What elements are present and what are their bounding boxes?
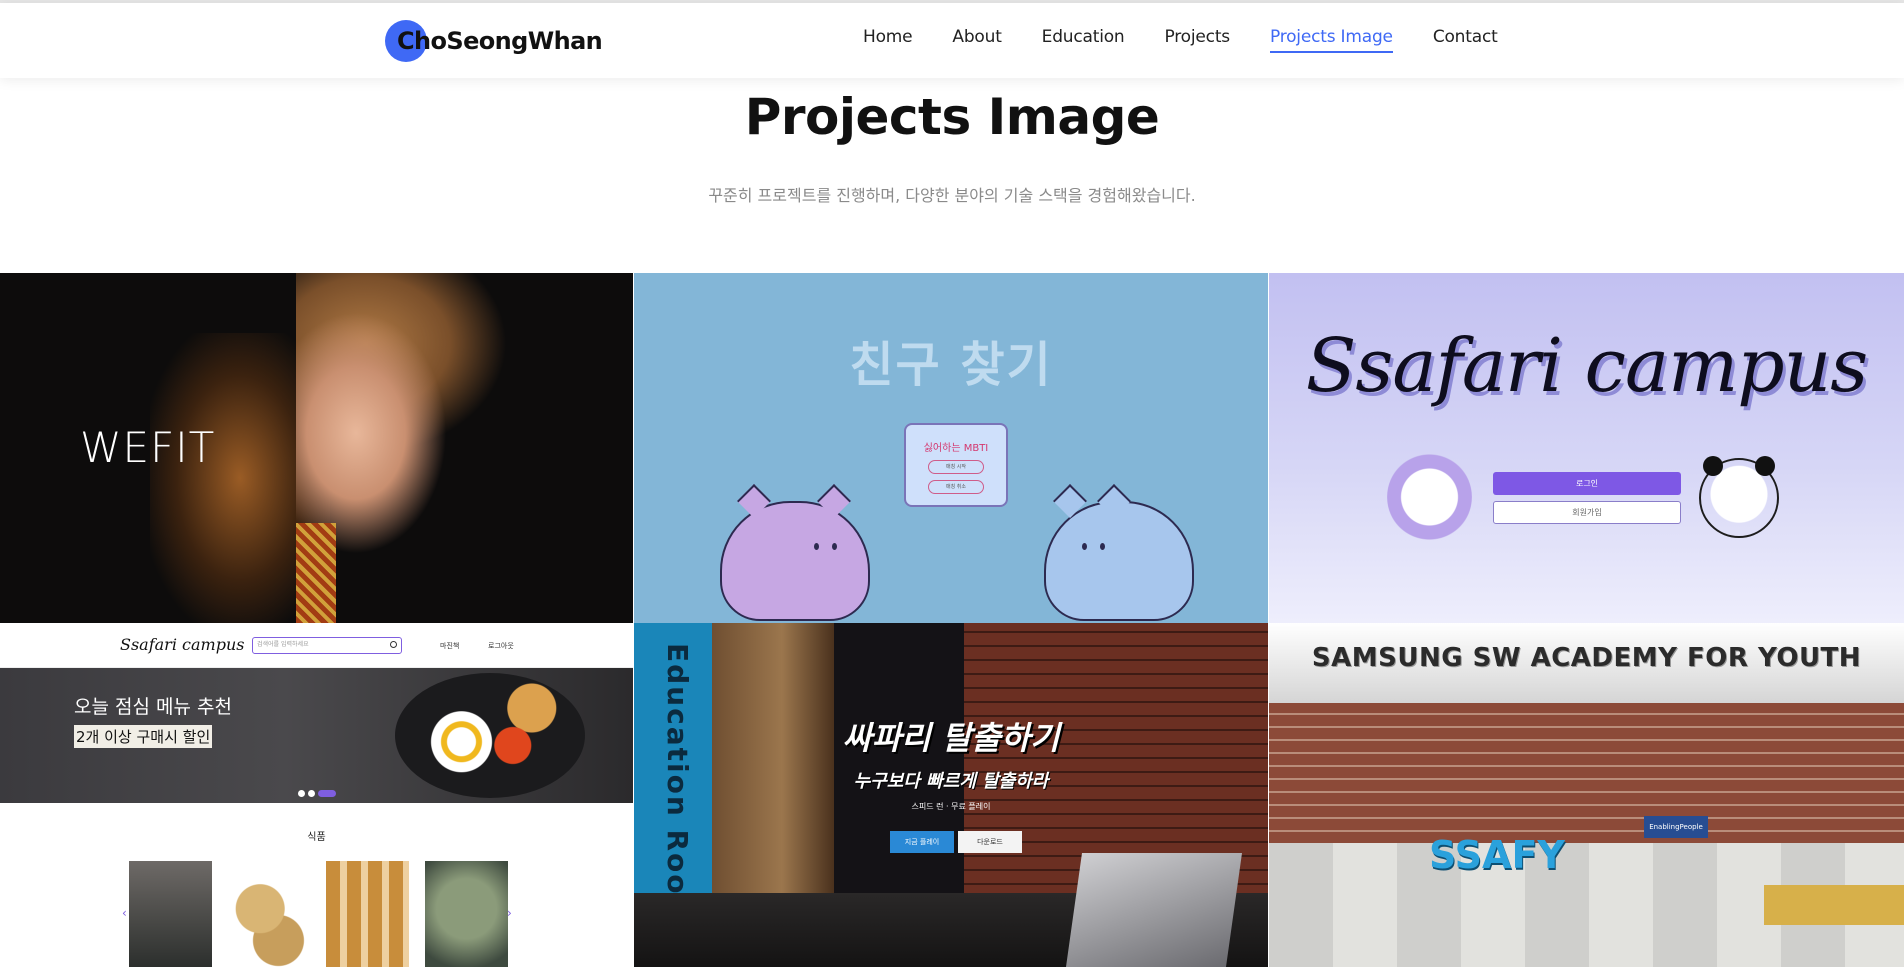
food-plate-image <box>395 673 585 798</box>
carousel-dot <box>308 790 315 797</box>
mbti-start-button: 매칭 시작 <box>928 460 984 474</box>
project-tile-friend-finder[interactable]: 친구 찾기 싫어하는 MBTI 매칭 시작 매칭 취소 <box>634 273 1268 623</box>
cat-eye <box>814 543 819 550</box>
signup-button: 회원가입 <box>1493 501 1681 524</box>
chevron-right-icon: › <box>507 906 512 920</box>
cat-ear <box>1097 484 1131 518</box>
mbti-cancel-button: 매칭 취소 <box>928 480 984 494</box>
cardboard-box <box>1065 853 1243 967</box>
escape-caption: 스피드 런 · 무료 플레이 <box>911 802 991 811</box>
nav-home[interactable]: Home <box>863 27 913 53</box>
panda-mascot <box>1699 456 1779 538</box>
lounge-sofa <box>1764 885 1904 925</box>
shop-link-logout: 로그아웃 <box>488 642 514 650</box>
project-tile-ssafy-campus[interactable]: SAMSUNG SW ACADEMY FOR YOUTH SSAFY Enabl… <box>1269 623 1904 967</box>
navbar: ChoSeongWhan Home About Education Projec… <box>0 3 1904 78</box>
mbti-card-title: 싫어하는 MBTI <box>923 443 989 454</box>
site-logo[interactable]: ChoSeongWhan <box>385 20 603 62</box>
ssafy-3d-sign: SSAFY <box>1429 833 1565 877</box>
carousel-dot <box>298 790 305 797</box>
cat-eye <box>1082 543 1087 550</box>
friend-title: 친구 찾기 <box>849 337 1053 393</box>
product-image <box>129 861 212 967</box>
project-tile-escape-game[interactable]: Education Room 싸파리 탈출하기 누구보다 빠르게 탈출하라 스피… <box>634 623 1268 967</box>
section-title: Projects Image <box>744 88 1160 146</box>
nav-about[interactable]: About <box>952 27 1001 53</box>
shop-category-title: 식품 <box>307 832 326 843</box>
shop-link-cart: 마진책 <box>440 642 460 650</box>
enabling-people-sign: EnablingPeople <box>1644 816 1708 838</box>
cat-eye <box>832 543 837 550</box>
cat-ear <box>817 484 851 518</box>
logo-text: ChoSeongWhan <box>397 27 603 55</box>
escape-subtitle: 누구보다 빠르게 탈출하라 <box>853 771 1049 792</box>
wefit-portrait <box>296 273 633 623</box>
shop-banner: 오늘 점심 메뉴 추천 2개 이상 구매시 할인 <box>0 668 633 803</box>
cat-ear <box>737 484 771 518</box>
banner-line-1: 오늘 점심 메뉴 추천 <box>74 696 232 718</box>
nav-projects-image[interactable]: Projects Image <box>1269 27 1393 53</box>
mbti-card: 싫어하는 MBTI 매칭 시작 매칭 취소 <box>904 423 1008 507</box>
wefit-title: WEFIT <box>80 423 216 472</box>
banner-line-2: 2개 이상 구매시 할인 <box>74 725 213 748</box>
project-tile-wefit[interactable]: WEFIT <box>0 273 633 623</box>
wefit-collar <box>296 523 336 623</box>
project-tile-ssafari-campus[interactable]: Ssafari campus 로그인 회원가입 <box>1269 273 1904 623</box>
product-image <box>227 861 310 967</box>
product-image <box>425 861 508 967</box>
section-subtitle: 꾸준히 프로젝트를 진행하며, 다양한 분야의 기술 스택을 경험해왔습니다. <box>708 186 1196 205</box>
product-image <box>326 861 409 967</box>
escape-title: 싸파리 탈출하기 <box>842 719 1060 757</box>
nav-education[interactable]: Education <box>1042 27 1125 53</box>
nav-projects[interactable]: Projects <box>1165 27 1231 53</box>
shop-header: Ssafari campus 검색어를 입력하세요 마진책 로그아웃 <box>0 623 633 668</box>
project-tile-shop[interactable]: Ssafari campus 검색어를 입력하세요 마진책 로그아웃 오늘 점심… <box>0 623 633 967</box>
lion-mascot <box>1387 453 1472 541</box>
shop-search-placeholder: 검색어를 입력하세요 <box>257 641 309 648</box>
search-icon <box>390 641 397 648</box>
login-button: 로그인 <box>1493 472 1681 495</box>
main-nav: Home About Education Projects Projects I… <box>863 27 1538 53</box>
play-now-button: 지금 플레이 <box>890 831 954 853</box>
brick-wall <box>1269 703 1904 843</box>
cat-left-illustration <box>720 484 870 621</box>
shop-logo: Ssafari campus <box>120 635 245 654</box>
cat-eye <box>1100 543 1105 550</box>
ssafy-banner: SAMSUNG SW ACADEMY FOR YOUTH <box>1311 643 1862 673</box>
cat-right-illustration <box>1044 484 1194 621</box>
shop-search-input: 검색어를 입력하세요 <box>252 637 402 654</box>
carousel-dots <box>298 790 336 797</box>
chevron-left-icon: ‹ <box>122 906 127 920</box>
ssafari-title: Ssafari campus <box>1305 323 1869 409</box>
carousel-dot-active <box>318 790 336 797</box>
download-button: 다운로드 <box>958 831 1022 853</box>
cat-ear <box>1053 484 1087 518</box>
nav-contact[interactable]: Contact <box>1433 27 1498 53</box>
